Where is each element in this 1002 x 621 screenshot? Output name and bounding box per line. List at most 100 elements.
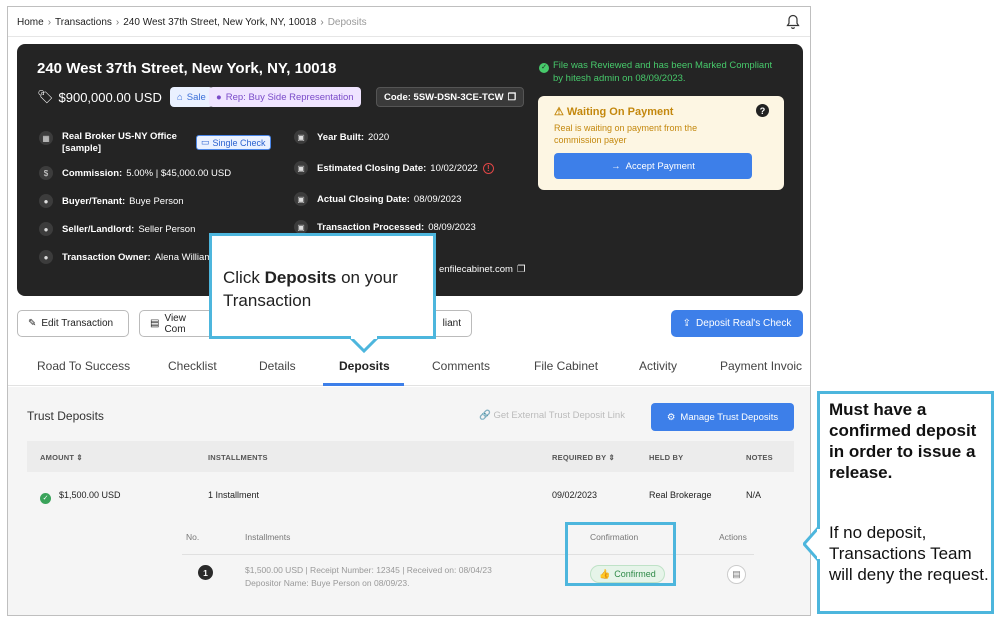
transaction-code-badge[interactable]: Code: 5SW-DSN-3CE-TCW ❐ [376,87,525,107]
actual-closing-row: ▣ Actual Closing Date: 08/09/2023 [294,192,461,206]
requirement-note: Must have a confirmed deposit in order t… [817,391,994,614]
home-icon: ⌂ [177,91,183,103]
person-icon: ● [39,222,53,236]
email-row: enfilecabinet.com ❐ [439,264,525,275]
bell-icon[interactable] [786,14,800,30]
column-held-by: HELD BY [649,453,684,462]
help-icon[interactable]: ? [756,104,769,117]
office-line2: [sample] [62,143,102,154]
copy-icon[interactable]: ❐ [517,264,526,275]
callout-pointer-icon [349,336,379,354]
sort-icon: ⇕ [76,453,83,462]
gear-icon: ⚙ [666,411,676,423]
installment-line2: Depositor Name: Buye Person on 08/09/23. [245,578,410,588]
installments-cell: 1 Installment [208,490,260,500]
deposit-check-button[interactable]: ⇪ Deposit Real's Check [671,310,803,337]
document-icon: ▤ [732,569,741,579]
manage-trust-deposits-label: Manage Trust Deposits [680,411,779,423]
email-fragment: enfilecabinet.com [439,264,513,275]
actual-closing-label: Actual Closing Date: [317,193,410,205]
transaction-price: 🏷 $900,000.00 USD [37,89,162,105]
processed-label: Transaction Processed: [317,221,425,233]
tab-checklist[interactable]: Checklist [168,359,217,373]
calendar-icon: ▣ [294,161,308,175]
code-label: Code: 5SW-DSN-3CE-TCW [384,91,504,103]
est-closing-value: 10/02/2022 [430,162,478,174]
office-name: Real Broker US-NY Office [sample] [62,131,177,155]
seller-value: Seller Person [138,223,196,235]
top-bar: Home › Transactions › 240 West 37th Stre… [8,7,810,37]
waiting-title-text: Waiting On Payment [566,106,674,118]
view-commission-button[interactable]: ▤ View Com [139,310,219,337]
warning-icon[interactable]: ! [482,162,494,174]
column-amount-label: AMOUNT [40,453,75,462]
manage-trust-deposits-button[interactable]: ⚙ Manage Trust Deposits [651,403,794,431]
seller-row: ● Seller/Landlord: Seller Person [39,222,195,236]
person-icon: ● [39,250,53,264]
external-deposit-link[interactable]: 🔗 Get External Trust Deposit Link [479,410,625,421]
breadcrumb-home[interactable]: Home [17,17,44,28]
copy-icon[interactable]: ❐ [508,92,517,103]
check-circle-icon: ✓ [40,492,51,504]
commission-label: Commission: [62,167,123,179]
notes-cell: N/A [746,490,762,500]
est-closing-label: Estimated Closing Date: [317,162,427,174]
external-deposit-link-label: Get External Trust Deposit Link [493,410,625,421]
trust-deposits-title: Trust Deposits [27,409,104,423]
tab-file-cabinet[interactable]: File Cabinet [534,359,598,373]
compliance-status: ✓ File was Reviewed and has been Marked C… [539,60,789,85]
tab-comments[interactable]: Comments [432,359,490,373]
year-built-row: ▣ Year Built: 2020 [294,130,389,144]
breadcrumb-current: Deposits [327,17,367,28]
active-tab-indicator [323,383,404,386]
sale-badge: ⌂ Sale [170,87,213,107]
office-line1: Real Broker US-NY Office [62,131,177,142]
owner-value: Alena Williams [154,251,217,263]
waiting-title: ⚠ Waiting On Payment [554,105,673,118]
tab-road-to-success[interactable]: Road To Success [37,359,130,373]
tab-payment-invoices[interactable]: Payment Invoic [720,359,802,373]
deposits-table-header: AMOUNT ⇕ INSTALLMENTS REQUIRED BY ⇕ HELD… [27,441,794,472]
check-card-icon: ▭ [201,137,210,147]
accept-payment-label: Accept Payment [625,160,695,172]
link-icon: 🔗 [479,410,494,421]
column-required-by[interactable]: REQUIRED BY ⇕ [552,453,615,462]
callout-text: Click Deposits on your Transaction [223,266,428,312]
note-bold-text: Must have a confirmed deposit in order t… [829,400,977,482]
compliance-line1: File was Reviewed and has been Marked Co… [553,60,773,71]
tab-activity[interactable]: Activity [639,359,677,373]
subcolumn-number: No. [186,532,200,542]
single-check-badge[interactable]: ▭ Single Check [196,135,271,150]
chevron-right-icon: › [115,17,120,28]
amount-cell: ✓ $1,500.00 USD [40,490,121,504]
column-required-by-label: REQUIRED BY [552,453,607,462]
processed-value: 08/09/2023 [428,221,476,233]
user-icon: ● [216,91,222,103]
price-value: $900,000.00 USD [58,89,162,105]
representation-badge: ● Rep: Buy Side Representation [209,87,361,107]
transaction-address: 240 West 37th Street, New York, NY, 1001… [37,60,337,77]
tab-deposits[interactable]: Deposits [339,359,390,373]
transaction-tabs: Road To Success Checklist Details Deposi… [8,351,810,386]
waiting-description: Real is waiting on payment from the comm… [554,123,698,145]
actual-closing-value: 08/09/2023 [413,193,462,205]
table-row[interactable]: ✓ $1,500.00 USD 1 Installment 09/02/2023 … [27,472,794,517]
confirmation-highlight [565,522,676,586]
tab-details[interactable]: Details [259,359,296,373]
tag-icon: 🏷 [37,89,54,104]
pencil-icon: ✎ [28,318,37,329]
breadcrumb-transactions[interactable]: Transactions [55,17,112,28]
accept-payment-button[interactable]: → Accept Payment [554,153,752,179]
buyer-row: ● Buyer/Tenant: Buye Person [39,194,184,208]
callout-pre: Click [223,268,265,287]
view-document-button[interactable]: ▤ [727,565,746,584]
year-built-label: Year Built: [317,131,364,143]
callout-bold: Deposits [264,268,337,287]
office-row: ▦ Real Broker US-NY Office [sample] [39,131,177,155]
chevron-right-icon: › [320,17,324,28]
edit-transaction-button[interactable]: ✎ Edit Transaction [17,310,129,337]
column-amount[interactable]: AMOUNT ⇕ [40,453,83,462]
compliance-line2: by hitesh admin on 08/09/2023. [553,73,686,84]
breadcrumb-address[interactable]: 240 West 37th Street, New York, NY, 1001… [123,17,316,28]
warning-triangle-icon: ⚠ [554,106,567,118]
